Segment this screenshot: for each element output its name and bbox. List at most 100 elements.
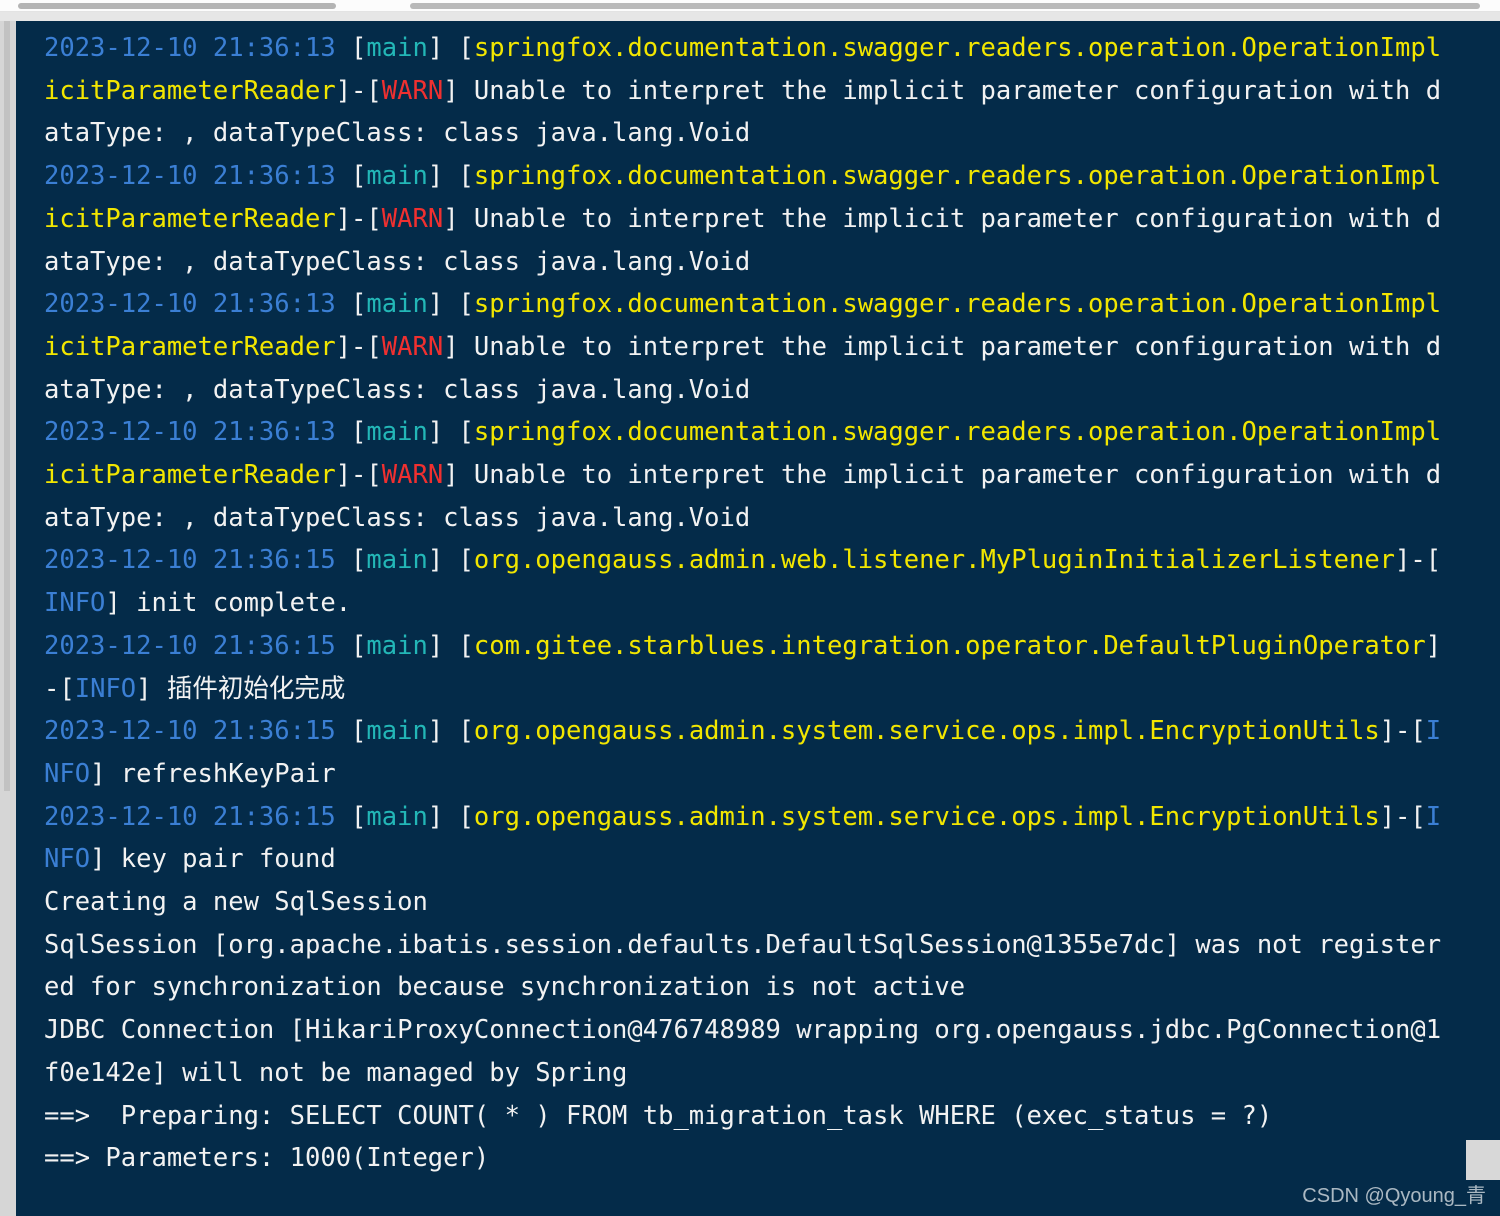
log-segment: ] Unable to interpret the implicit param… bbox=[443, 331, 1442, 362]
log-segment: main bbox=[366, 289, 428, 320]
vertical-scroll-thumb[interactable] bbox=[4, 21, 10, 791]
log-segment: ]-[ bbox=[1379, 716, 1426, 747]
log-line: ataType: , dataTypeClass: class java.lan… bbox=[44, 241, 1500, 284]
log-segment: [ bbox=[351, 545, 367, 576]
log-segment: 2023-12-10 21:36:13 bbox=[44, 33, 352, 63]
log-segment: JDBC Connection [HikariProxyConnection@4… bbox=[44, 1015, 1442, 1046]
log-line: 2023-12-10 21:36:15 [main] [org.opengaus… bbox=[44, 796, 1500, 839]
log-segment: Creating a new SqlSession bbox=[44, 887, 428, 918]
log-segment: ] Unable to interpret the implicit param… bbox=[443, 203, 1442, 234]
log-line: icitParameterReader]-[WARN] Unable to in… bbox=[44, 70, 1500, 113]
log-segment: org.opengauss.admin.system.service.ops.i… bbox=[473, 716, 1380, 747]
log-segment: main bbox=[366, 417, 428, 448]
log-line: f0e142e] will not be managed by Spring bbox=[44, 1052, 1500, 1095]
log-segment: INFO bbox=[44, 588, 106, 619]
log-segment: ] Unable to interpret the implicit param… bbox=[443, 75, 1442, 106]
log-segment: ataType: , dataTypeClass: class java.lan… bbox=[44, 374, 751, 405]
log-segment: ] [ bbox=[427, 716, 474, 747]
log-line: ==> Parameters: 1000(Integer) bbox=[44, 1137, 1500, 1180]
log-segment: [ bbox=[351, 716, 367, 747]
log-line: ataType: , dataTypeClass: class java.lan… bbox=[44, 497, 1500, 540]
log-line-list: 2023-12-10 21:36:13 [main] [springfox.do… bbox=[44, 27, 1500, 1180]
log-line: icitParameterReader]-[WARN] Unable to in… bbox=[44, 454, 1500, 497]
log-segment: ==> Preparing: SELECT COUNT( * ) FROM tb… bbox=[44, 1100, 1273, 1131]
log-segment: main bbox=[366, 33, 428, 63]
log-line: SqlSession [org.apache.ibatis.session.de… bbox=[44, 924, 1500, 967]
log-segment: main bbox=[366, 630, 428, 661]
log-segment: WARN bbox=[381, 331, 444, 362]
log-segment: springfox.documentation.swagger.readers.… bbox=[473, 161, 1442, 192]
log-segment: ed for synchronization because synchroni… bbox=[44, 972, 966, 1003]
horizontal-scrollbar[interactable] bbox=[0, 0, 1500, 12]
log-segment: [ bbox=[351, 630, 367, 661]
log-line: 2023-12-10 21:36:13 [main] [springfox.do… bbox=[44, 283, 1500, 326]
log-segment: [ bbox=[351, 33, 367, 63]
log-segment: icitParameterReader bbox=[44, 203, 336, 234]
log-line: JDBC Connection [HikariProxyConnection@4… bbox=[44, 1009, 1500, 1052]
log-segment: ] [ bbox=[427, 801, 474, 832]
log-line: 2023-12-10 21:36:15 [main] [org.opengaus… bbox=[44, 710, 1500, 753]
log-segment: main bbox=[366, 716, 428, 747]
log-segment: ] [ bbox=[427, 545, 474, 576]
log-segment: [ bbox=[351, 801, 367, 832]
log-segment: 2023-12-10 21:36:13 bbox=[44, 161, 352, 192]
log-line: ed for synchronization because synchroni… bbox=[44, 966, 1500, 1009]
log-segment: ]-[ bbox=[335, 331, 382, 362]
log-segment: WARN bbox=[381, 75, 444, 106]
log-line: -[INFO] 插件初始化完成 bbox=[44, 668, 1500, 711]
log-line: icitParameterReader]-[WARN] Unable to in… bbox=[44, 326, 1500, 369]
log-line: 2023-12-10 21:36:13 [main] [springfox.do… bbox=[44, 155, 1500, 198]
log-segment: 2023-12-10 21:36:15 bbox=[44, 630, 352, 661]
log-line: icitParameterReader]-[WARN] Unable to in… bbox=[44, 198, 1500, 241]
log-segment: ] bbox=[1425, 630, 1442, 661]
log-segment: WARN bbox=[381, 460, 444, 491]
log-segment: I bbox=[1425, 801, 1442, 832]
log-segment: [ bbox=[351, 161, 367, 192]
log-segment: main bbox=[366, 161, 428, 192]
log-segment: 2023-12-10 21:36:15 bbox=[44, 716, 352, 747]
log-segment: I bbox=[1425, 716, 1442, 747]
log-segment: [ bbox=[351, 289, 367, 320]
log-segment: springfox.documentation.swagger.readers.… bbox=[473, 289, 1442, 320]
log-segment: WARN bbox=[381, 203, 444, 234]
log-segment: ] [ bbox=[427, 289, 474, 320]
horizontal-scroll-thumb-left[interactable] bbox=[18, 3, 336, 9]
log-line: Creating a new SqlSession bbox=[44, 881, 1500, 924]
log-segment: 2023-12-10 21:36:15 bbox=[44, 545, 352, 576]
log-segment: ]-[ bbox=[1395, 545, 1442, 576]
log-segment: INFO bbox=[74, 673, 137, 704]
log-line: 2023-12-10 21:36:13 [main] [springfox.do… bbox=[44, 411, 1500, 454]
log-line: INFO] init complete. bbox=[44, 582, 1500, 625]
log-segment: 2023-12-10 21:36:13 bbox=[44, 289, 352, 320]
log-segment: main bbox=[366, 801, 428, 832]
log-segment: ] [ bbox=[427, 33, 474, 63]
log-segment: main bbox=[366, 545, 428, 576]
log-segment: springfox.documentation.swagger.readers.… bbox=[473, 417, 1442, 448]
horizontal-scroll-thumb-right[interactable] bbox=[410, 3, 1480, 9]
log-line: 2023-12-10 21:36:15 [main] [com.gitee.st… bbox=[44, 625, 1500, 668]
log-line: ataType: , dataTypeClass: class java.lan… bbox=[44, 369, 1500, 412]
log-segment: ==> Parameters: 1000(Integer) bbox=[44, 1143, 490, 1174]
log-segment: icitParameterReader bbox=[44, 331, 336, 362]
log-segment: ataType: , dataTypeClass: class java.lan… bbox=[44, 246, 751, 277]
log-segment: SqlSession [org.apache.ibatis.session.de… bbox=[44, 929, 1442, 960]
log-segment: com.gitee.starblues.integration.operator… bbox=[473, 630, 1426, 661]
log-segment: ] [ bbox=[427, 630, 474, 661]
log-line: NFO] refreshKeyPair bbox=[44, 753, 1500, 796]
csdn-watermark: CSDN @Qyoung_青 bbox=[1302, 1185, 1486, 1207]
console-log-output[interactable]: 2023-12-10 21:36:13 [main] [springfox.do… bbox=[16, 21, 1500, 1216]
log-segment: ] refreshKeyPair bbox=[90, 758, 336, 789]
log-segment: ] key pair found bbox=[90, 844, 336, 875]
log-segment: -[ bbox=[44, 673, 75, 704]
log-segment: 插件初始化完成 bbox=[166, 673, 346, 704]
log-segment: 2023-12-10 21:36:13 bbox=[44, 417, 352, 448]
panel-divider bbox=[0, 12, 1500, 21]
log-segment: ] init complete. bbox=[105, 588, 352, 619]
log-line: ==> Preparing: SELECT COUNT( * ) FROM tb… bbox=[44, 1095, 1500, 1138]
log-segment: ] bbox=[136, 673, 167, 704]
log-segment: 2023-12-10 21:36:15 bbox=[44, 801, 352, 832]
log-segment: ] Unable to interpret the implicit param… bbox=[443, 460, 1442, 491]
log-line: 2023-12-10 21:36:13 [main] [springfox.do… bbox=[44, 27, 1500, 70]
log-segment: [ bbox=[351, 417, 367, 448]
log-line: 2023-12-10 21:36:15 [main] [org.opengaus… bbox=[44, 539, 1500, 582]
